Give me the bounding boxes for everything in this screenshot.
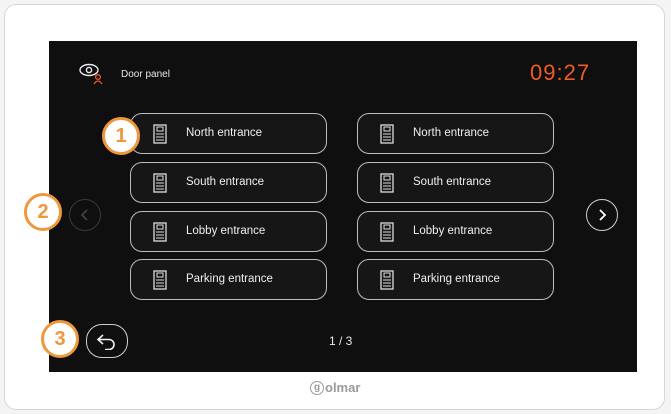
door-panel-device-icon	[380, 270, 394, 290]
entry-label: North entrance	[186, 127, 263, 139]
previous-page-button[interactable]	[69, 199, 101, 231]
page-title: Door panel	[121, 69, 170, 80]
entry-label: South entrance	[186, 176, 265, 188]
entry-button-south-2[interactable]: South entrance	[357, 162, 554, 203]
entry-label: Lobby entrance	[413, 225, 493, 237]
entry-label: North entrance	[413, 127, 490, 139]
entry-button-north-2[interactable]: North entrance	[357, 113, 554, 154]
clock-display: 09:27	[530, 60, 591, 85]
chevron-left-icon	[80, 209, 88, 221]
door-panel-device-icon	[153, 222, 167, 242]
return-arrow-icon	[96, 334, 115, 350]
entry-button-parking-1[interactable]: Parking entrance	[130, 259, 327, 300]
door-panel-device-icon	[380, 173, 394, 193]
entry-button-lobby-2[interactable]: Lobby entrance	[357, 211, 554, 252]
brand-logo-text: olmar	[325, 380, 361, 395]
entry-button-north-1[interactable]: North entrance	[130, 113, 327, 154]
door-panel-device-icon	[380, 124, 394, 144]
entry-label: South entrance	[413, 176, 492, 188]
door-panel-device-icon	[153, 270, 167, 290]
monitor-screen	[49, 41, 637, 372]
entry-button-lobby-1[interactable]: Lobby entrance	[130, 211, 327, 252]
entry-label: Parking entrance	[413, 273, 500, 285]
entry-label: Parking entrance	[186, 273, 273, 285]
entry-button-parking-2[interactable]: Parking entrance	[357, 259, 554, 300]
next-page-button[interactable]	[586, 199, 618, 231]
brand-logo: g olmar	[310, 380, 360, 395]
annotation-marker-3: 3	[41, 320, 79, 358]
door-panel-device-icon	[380, 222, 394, 242]
entry-label: Lobby entrance	[186, 225, 266, 237]
annotation-marker-1: 1	[102, 117, 140, 155]
annotation-marker-2: 2	[24, 193, 62, 231]
entry-button-south-1[interactable]: South entrance	[130, 162, 327, 203]
back-button[interactable]	[86, 324, 128, 358]
door-panel-device-icon	[153, 124, 167, 144]
brand-logo-initial: g	[310, 380, 324, 395]
door-panel-icon	[79, 63, 103, 85]
chevron-right-icon	[599, 209, 607, 221]
page-indicator: 1 / 3	[329, 334, 353, 348]
door-panel-device-icon	[153, 173, 167, 193]
